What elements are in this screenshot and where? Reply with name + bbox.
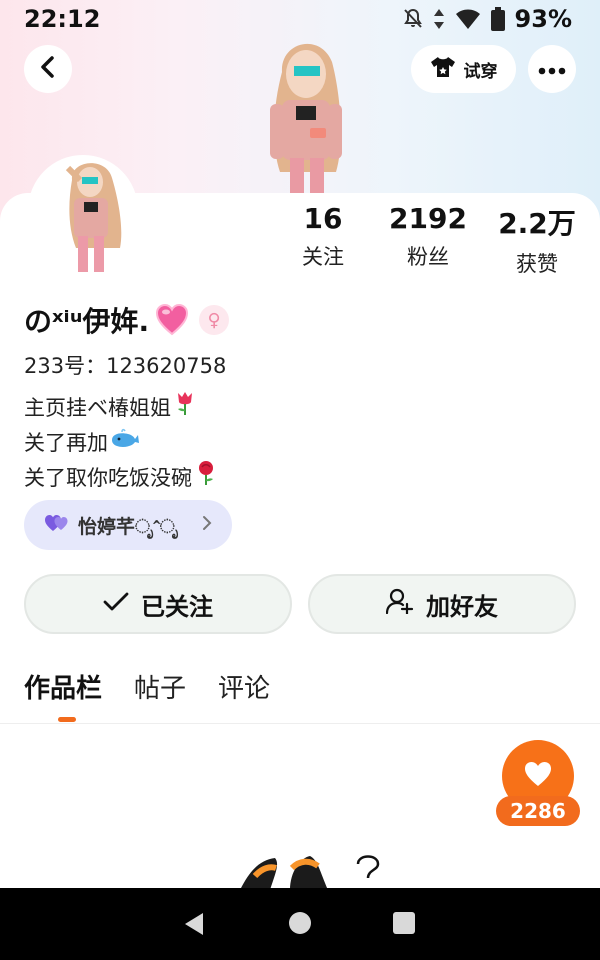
more-options-button[interactable]: [528, 45, 576, 93]
bio-line: 主页挂ベ椿姐姐: [24, 390, 218, 426]
stat-label: 关注: [302, 245, 344, 269]
tshirt-icon: [430, 56, 456, 83]
status-icons: 93%: [403, 5, 572, 33]
work-preview-artwork[interactable]: [230, 850, 400, 890]
profile-stats: 16 关注 2192 粉丝 2.2万 获赞: [0, 202, 600, 277]
followed-label: 已关注: [141, 592, 213, 621]
nav-home-icon[interactable]: [289, 912, 311, 934]
bio-text: 关了再加: [24, 431, 108, 455]
stat-following[interactable]: 16 关注: [268, 202, 378, 271]
system-navigation-bar: [0, 888, 600, 960]
fan-group-tag[interactable]: 怡婷芊ೃˆೃ: [24, 500, 232, 550]
add-friend-button[interactable]: 加好友: [308, 574, 576, 634]
rose-icon: [194, 460, 218, 496]
stat-likes[interactable]: 2.2万 获赞: [482, 202, 592, 278]
data-arrows-icon: [433, 8, 445, 30]
try-on-button[interactable]: 试穿: [411, 45, 516, 93]
avatar-character-illustration: [240, 32, 370, 197]
followed-button[interactable]: 已关注: [24, 574, 292, 634]
chevron-left-icon: [39, 56, 57, 82]
stat-value: 16: [303, 202, 343, 235]
stat-label: 粉丝: [407, 245, 449, 269]
bio-line: 关了再加: [24, 426, 218, 460]
bio: 主页挂ベ椿姐姐 关了再加 关了取你吃饭没碗: [24, 390, 218, 496]
active-tab-indicator: [58, 717, 76, 722]
whale-icon: [110, 426, 140, 460]
back-button[interactable]: [24, 45, 72, 93]
heart-icon: [523, 760, 553, 792]
pink-heart-icon: [155, 303, 189, 337]
chevron-right-icon: [202, 514, 212, 537]
add-user-icon: [385, 588, 414, 620]
like-button[interactable]: 2286: [496, 738, 580, 828]
tulip-icon: [173, 390, 197, 426]
female-gender-icon: ♀: [199, 305, 230, 335]
purple-hearts-icon: [44, 513, 70, 538]
nav-back-icon[interactable]: [183, 912, 205, 940]
try-on-label: 试穿: [463, 61, 498, 82]
tab-comments[interactable]: 评论: [218, 668, 270, 716]
tab-posts[interactable]: 帖子: [134, 668, 186, 716]
wifi-icon: [455, 8, 481, 30]
profile-tabs: 作品栏 帖子 评论: [24, 668, 270, 716]
user-id: 233号：123620758: [24, 354, 227, 378]
status-time: 22:12: [24, 5, 101, 33]
checkmark-icon: [103, 590, 129, 618]
tabs-divider: [0, 723, 600, 724]
stat-followers[interactable]: 2192 粉丝: [373, 202, 483, 271]
like-count: 2286: [496, 796, 580, 826]
bio-text: 主页挂ベ椿姐姐: [24, 396, 171, 420]
add-friend-label: 加好友: [426, 592, 498, 621]
battery-icon: [490, 7, 505, 31]
nickname: のˣⁱᵘ伊姩.: [24, 305, 150, 338]
stat-value: 2.2万: [498, 207, 576, 240]
bio-text: 关了取你吃饭没碗: [24, 466, 192, 490]
notifications-off-icon: [403, 8, 423, 30]
battery-percentage: 93%: [514, 5, 572, 33]
more-dots-icon: [538, 60, 566, 79]
tab-works[interactable]: 作品栏: [24, 668, 102, 716]
fan-tag-label: 怡婷芊ೃˆೃ: [78, 515, 179, 538]
bio-line: 关了取你吃饭没碗: [24, 460, 218, 496]
nickname-row: のˣⁱᵘ伊姩. ♀: [24, 300, 230, 340]
stat-value: 2192: [389, 202, 467, 235]
stat-label: 获赞: [516, 252, 558, 276]
nav-recents-icon[interactable]: [393, 912, 415, 934]
